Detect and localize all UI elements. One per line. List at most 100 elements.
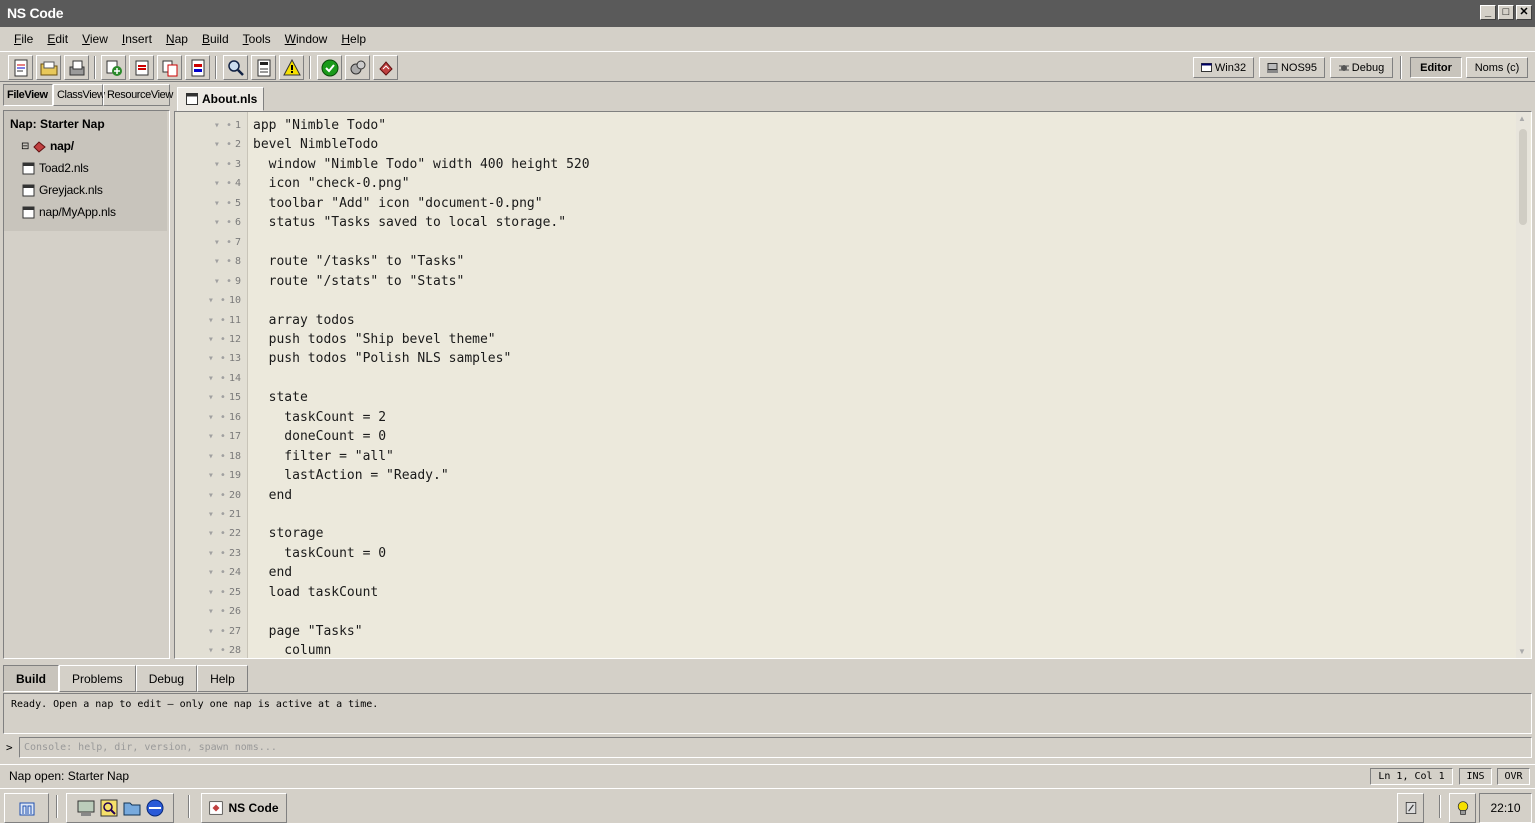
code-line: end (253, 565, 293, 581)
fold-marker-icon[interactable]: ▾ • (208, 373, 226, 384)
fold-marker-icon[interactable]: ▾ • (208, 509, 226, 520)
toolbar-separator (94, 56, 96, 79)
tab-fileview[interactable]: FileView (3, 84, 53, 106)
fold-marker-icon[interactable]: ▾ • (208, 528, 226, 539)
noms-mode-button[interactable]: Noms (c) (1466, 57, 1528, 78)
fold-marker-icon[interactable]: ▾ • (208, 431, 226, 442)
tab-help[interactable]: Help (197, 665, 248, 692)
toolbar-separator (215, 56, 217, 79)
target-nos95-button[interactable]: NOS95 (1259, 57, 1325, 78)
tray-tips[interactable] (1449, 793, 1476, 823)
tree-folder-nap[interactable]: ⊟ nap/ (4, 135, 167, 157)
browser-icon[interactable] (145, 798, 165, 818)
fold-marker-icon[interactable]: ▾ • (208, 412, 226, 423)
fold-marker-icon[interactable]: ▾ • (214, 276, 232, 287)
fold-marker-icon[interactable]: ▾ • (208, 353, 226, 364)
fold-marker-icon[interactable]: ▾ • (208, 587, 226, 598)
fold-marker-icon[interactable]: ▾ • (214, 217, 232, 228)
desktop-icon[interactable] (76, 798, 96, 818)
folder-icon[interactable] (122, 798, 142, 818)
build-button[interactable] (345, 55, 370, 80)
fold-marker-icon[interactable]: ▾ • (208, 470, 226, 481)
package-button[interactable] (373, 55, 398, 80)
menu-build[interactable]: Build (195, 32, 236, 46)
fold-marker-icon[interactable]: ▾ • (208, 645, 226, 656)
minimize-button[interactable]: _ (1480, 5, 1496, 20)
tab-build[interactable]: Build (3, 665, 59, 692)
fold-marker-icon[interactable]: ▾ • (208, 295, 226, 306)
menu-bar: File Edit View Insert Nap Build Tools Wi… (0, 27, 1535, 50)
copy-icon (162, 60, 177, 76)
find-button[interactable] (223, 55, 248, 80)
tray-network[interactable] (1397, 793, 1424, 823)
tab-problems[interactable]: Problems (59, 665, 136, 692)
fold-marker-icon[interactable]: ▾ • (208, 315, 226, 326)
console-prompt: > (6, 741, 13, 754)
warning-button[interactable] (279, 55, 304, 80)
menu-tools[interactable]: Tools (236, 32, 278, 46)
tree-file-greyjack[interactable]: Greyjack.nls (4, 179, 167, 201)
fold-marker-icon[interactable]: ▾ • (214, 237, 232, 248)
collapse-icon[interactable]: ⊟ (21, 141, 33, 152)
status-message: Nap open: Starter Nap (9, 769, 130, 783)
fold-marker-icon[interactable]: ▾ • (214, 256, 232, 267)
menu-nap[interactable]: Nap (159, 32, 195, 46)
fold-marker-icon[interactable]: ▾ • (214, 159, 232, 170)
tree-file-toad2[interactable]: Toad2.nls (4, 157, 167, 179)
lightbulb-icon (1457, 801, 1468, 815)
remove-button[interactable] (129, 55, 154, 80)
tab-debug[interactable]: Debug (135, 665, 198, 692)
scroll-thumb[interactable] (1519, 129, 1527, 225)
fold-marker-icon[interactable]: ▾ • (208, 334, 226, 345)
tab-resourceview[interactable]: ResourceView (103, 84, 173, 106)
task-ns-code[interactable]: NS Code (201, 793, 287, 823)
menu-insert[interactable]: Insert (115, 32, 159, 46)
line-number: ▾ • 1 (181, 120, 241, 131)
vertical-scrollbar[interactable]: ▲ ▼ (1516, 112, 1530, 658)
open-button[interactable] (36, 55, 61, 80)
tree-file-myapp[interactable]: nap/MyApp.nls (4, 201, 167, 223)
target-debug-button[interactable]: Debug (1330, 57, 1393, 78)
console-input[interactable] (19, 737, 1532, 758)
add-nap-button[interactable] (101, 55, 126, 80)
close-button[interactable]: ✕ (1516, 5, 1532, 20)
line-number: ▾ • 8 (181, 256, 241, 267)
editor-tab-about[interactable]: About.nls (177, 87, 265, 111)
fold-marker-icon[interactable]: ▾ • (208, 392, 226, 403)
menu-help[interactable]: Help (334, 32, 373, 46)
scroll-down-icon[interactable]: ▼ (1518, 647, 1526, 656)
fold-marker-icon[interactable]: ▾ • (208, 451, 226, 462)
fold-marker-icon[interactable]: ▾ • (214, 120, 232, 131)
fold-marker-icon[interactable]: ▾ • (214, 139, 232, 150)
run-button[interactable] (317, 55, 342, 80)
fold-marker-icon[interactable]: ▾ • (208, 626, 226, 637)
fold-marker-icon[interactable]: ▾ • (208, 490, 226, 501)
target-win32-button[interactable]: Win32 (1193, 57, 1254, 78)
explorer-icon[interactable] (99, 798, 119, 818)
menu-window[interactable]: Window (278, 32, 335, 46)
properties-button[interactable] (185, 55, 210, 80)
fold-marker-icon[interactable]: ▾ • (208, 548, 226, 559)
menu-edit[interactable]: Edit (40, 32, 75, 46)
start-button[interactable] (4, 793, 49, 823)
menu-file[interactable]: File (7, 32, 40, 46)
fold-marker-icon[interactable]: ▾ • (208, 567, 226, 578)
nap-icon (378, 60, 393, 76)
fold-marker-icon[interactable]: ▾ • (214, 198, 232, 209)
copy-button[interactable] (157, 55, 182, 80)
code-editor[interactable]: ▾ • 1 ▾ • 2 ▾ • 3 ▾ • 4 ▾ • 5 ▾ • 6 ▾ • 7 ▾ • 8 ▾ • 9 ▾ • 1… (174, 111, 1532, 659)
editor-mode-button[interactable]: Editor (1410, 57, 1462, 78)
document-button[interactable] (251, 55, 276, 80)
maximize-button[interactable]: □ (1498, 5, 1514, 20)
fold-marker-icon[interactable]: ▾ • (208, 606, 226, 617)
line-number: ▾ • 10 (181, 295, 241, 306)
scroll-up-icon[interactable]: ▲ (1518, 114, 1526, 123)
fold-marker-icon[interactable]: ▾ • (214, 178, 232, 189)
code-line: lastAction = "Ready." (253, 468, 449, 484)
tab-classview[interactable]: ClassView (53, 84, 105, 106)
menu-view[interactable]: View (75, 32, 115, 46)
code-line: taskCount = 0 (253, 545, 387, 561)
save-button[interactable] (64, 55, 89, 80)
new-file-button[interactable] (8, 55, 33, 80)
line-number: ▾ • 26 (181, 606, 241, 617)
